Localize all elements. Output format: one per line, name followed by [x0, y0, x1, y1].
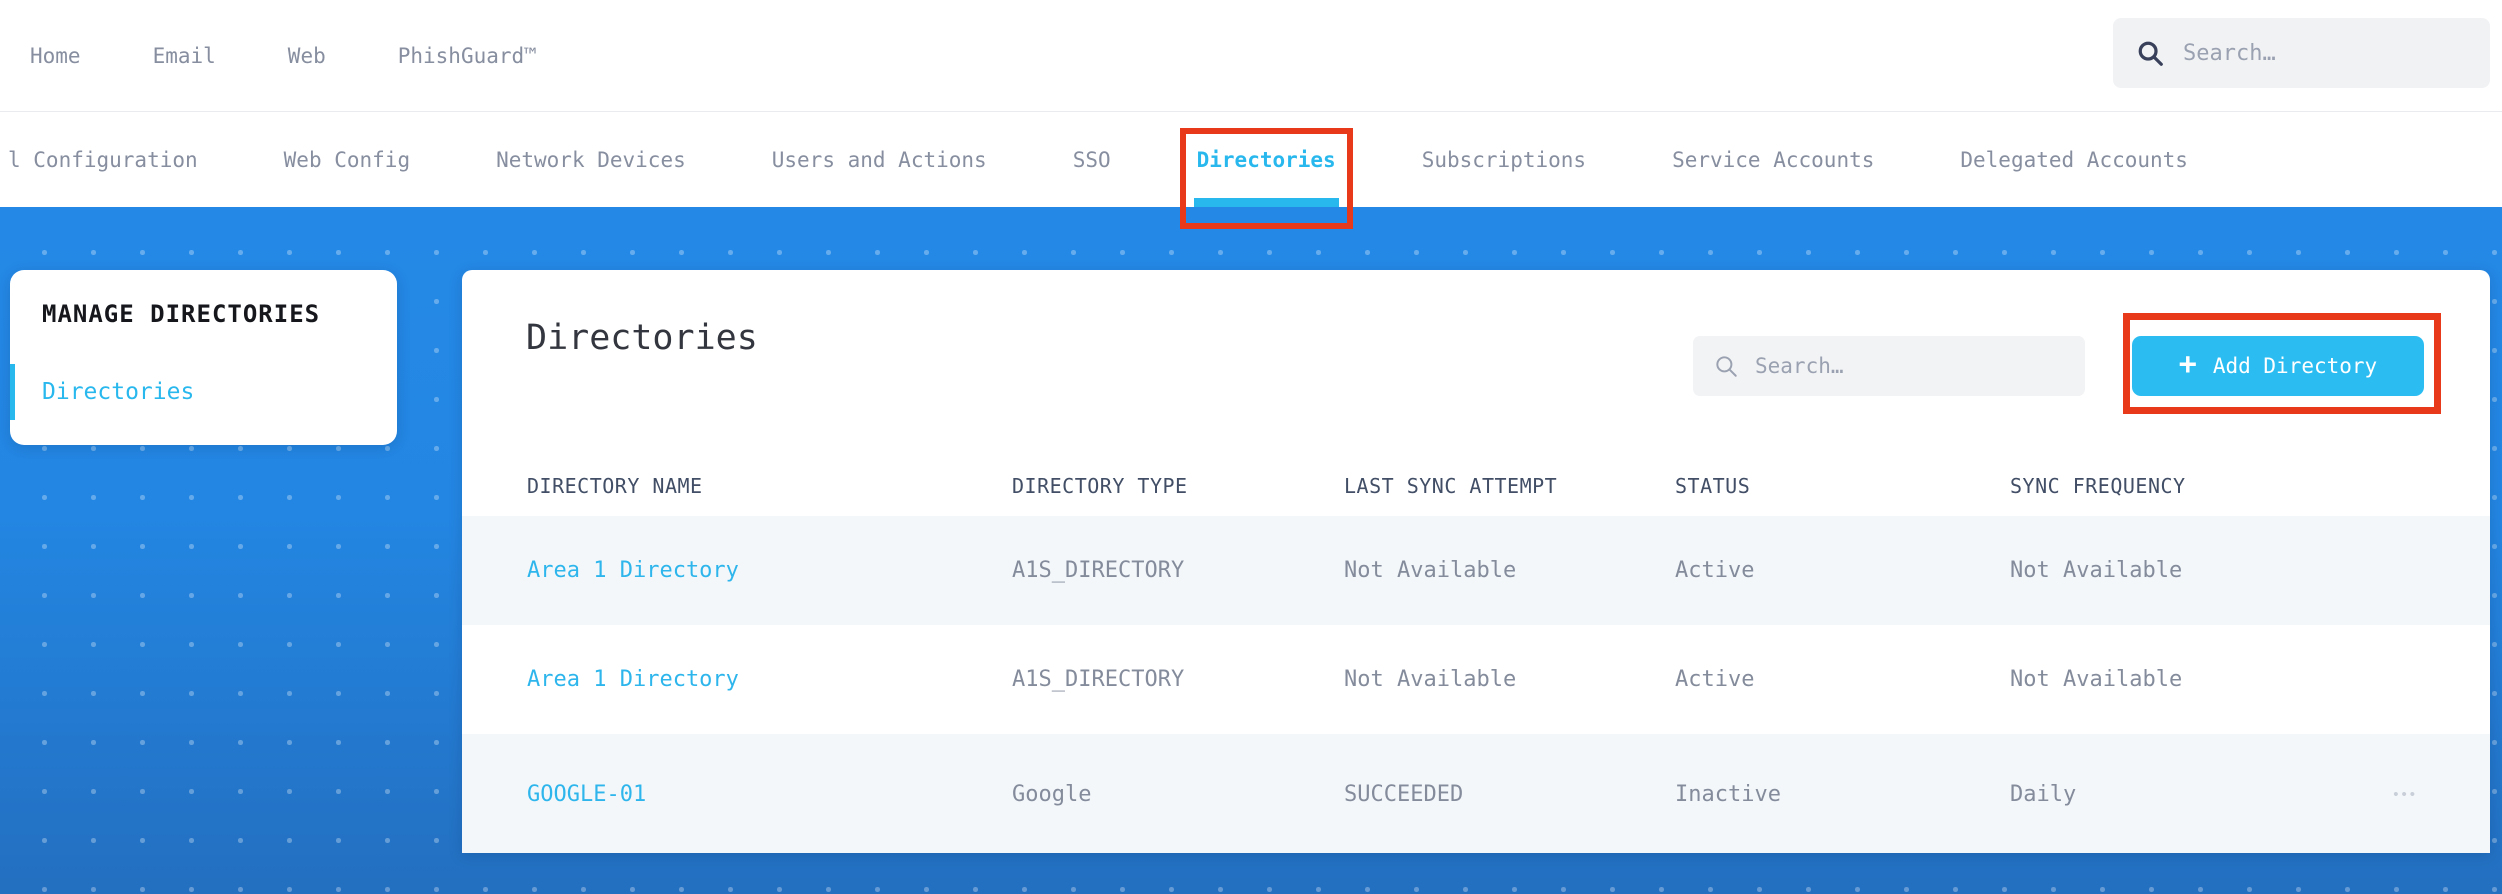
- table-row: Area 1 Directory A1S_DIRECTORY Not Avail…: [462, 516, 2490, 625]
- top-navbar: Home Email Web PhishGuard™: [0, 0, 2502, 112]
- col-sync-frequency: SYNC FREQUENCY: [2010, 474, 2186, 498]
- tab-network-devices[interactable]: Network Devices: [496, 113, 686, 207]
- directory-name-link[interactable]: Area 1 Directory: [527, 667, 1012, 692]
- sidebar-item-label: Directories: [42, 379, 195, 405]
- sync-frequency-cell: Not Available: [2010, 558, 2183, 583]
- global-search-input[interactable]: [2183, 40, 2468, 66]
- settings-tab-bar: l Configuration Web Config Network Devic…: [0, 113, 2502, 229]
- active-tab-underline: [1193, 198, 1339, 207]
- col-directory-name: DIRECTORY NAME: [527, 474, 703, 498]
- search-icon: [2138, 41, 2163, 66]
- directory-type-cell: A1S_DIRECTORY: [1012, 667, 1185, 692]
- sidebar-item-directories[interactable]: Directories: [10, 364, 397, 420]
- last-sync-cell: Not Available: [1344, 667, 1517, 692]
- last-sync-cell: SUCCEEDED: [1344, 781, 1464, 807]
- col-directory-type: DIRECTORY TYPE: [1012, 474, 1188, 498]
- global-search-box[interactable]: [2113, 18, 2490, 88]
- add-directory-wrap: + Add Directory: [2123, 313, 2441, 414]
- col-last-sync-attempt: LAST SYNC ATTEMPT: [1344, 474, 1558, 498]
- plus-icon: +: [2178, 347, 2197, 382]
- directory-type-cell: Google: [1012, 781, 1092, 807]
- last-sync-cell: Not Available: [1344, 558, 1517, 583]
- active-item-indicator: [10, 364, 15, 420]
- table-row: Area 1 Directory A1S_DIRECTORY Not Avail…: [462, 625, 2490, 734]
- directories-search-box[interactable]: [1693, 336, 2085, 396]
- nav-item-phishguard[interactable]: PhishGuard™: [398, 44, 537, 68]
- status-cell: Active: [1675, 667, 1755, 692]
- nav-item-email[interactable]: Email: [153, 44, 216, 68]
- top-nav-items: Home Email Web PhishGuard™: [0, 44, 537, 68]
- directories-panel: Directories + Add Directory DIRECTORY NA…: [462, 270, 2490, 853]
- tab-delegated-accounts[interactable]: Delegated Accounts: [1960, 113, 2188, 207]
- tab-web-config[interactable]: Web Config: [284, 113, 410, 207]
- sync-frequency-cell: Not Available: [2010, 667, 2183, 692]
- sync-frequency-cell: Daily: [2010, 781, 2077, 807]
- manage-directories-card: MANAGE DIRECTORIES Directories: [10, 270, 397, 445]
- add-directory-label: Add Directory: [2212, 354, 2378, 378]
- tab-users-and-actions[interactable]: Users and Actions: [772, 113, 987, 207]
- status-cell: Active: [1675, 558, 1755, 583]
- add-directory-button[interactable]: + Add Directory: [2132, 336, 2424, 396]
- tab-service-accounts[interactable]: Service Accounts: [1672, 113, 1874, 207]
- tab-directories[interactable]: Directories: [1179, 113, 1353, 229]
- tab-sso[interactable]: SSO: [1073, 113, 1111, 207]
- directory-type-cell: A1S_DIRECTORY: [1012, 558, 1185, 583]
- directories-search-input[interactable]: [1755, 354, 2065, 378]
- row-actions-menu-icon[interactable]: •••: [2391, 781, 2420, 808]
- panel-header: Directories + Add Directory: [462, 270, 2490, 456]
- card-title: MANAGE DIRECTORIES: [42, 300, 321, 328]
- tab-subscriptions[interactable]: Subscriptions: [1422, 113, 1586, 207]
- table-row: GOOGLE-01 Google SUCCEEDED Inactive Dail…: [462, 734, 2490, 853]
- tab-mail-configuration[interactable]: l Configuration: [8, 113, 198, 207]
- table-header-row: DIRECTORY NAME DIRECTORY TYPE LAST SYNC …: [462, 456, 2490, 516]
- col-status: STATUS: [1675, 474, 1751, 498]
- nav-item-web[interactable]: Web: [288, 44, 326, 68]
- status-cell: Inactive: [1675, 781, 1781, 807]
- page-title: Directories: [526, 318, 758, 358]
- nav-item-home[interactable]: Home: [30, 44, 81, 68]
- search-icon: [1716, 356, 1737, 377]
- workspace-background: MANAGE DIRECTORIES Directories Directori…: [0, 207, 2502, 894]
- tab-directories-label: Directories: [1196, 148, 1336, 172]
- directory-name-link[interactable]: Area 1 Directory: [527, 558, 1012, 583]
- directory-name-link[interactable]: GOOGLE-01: [527, 782, 1012, 807]
